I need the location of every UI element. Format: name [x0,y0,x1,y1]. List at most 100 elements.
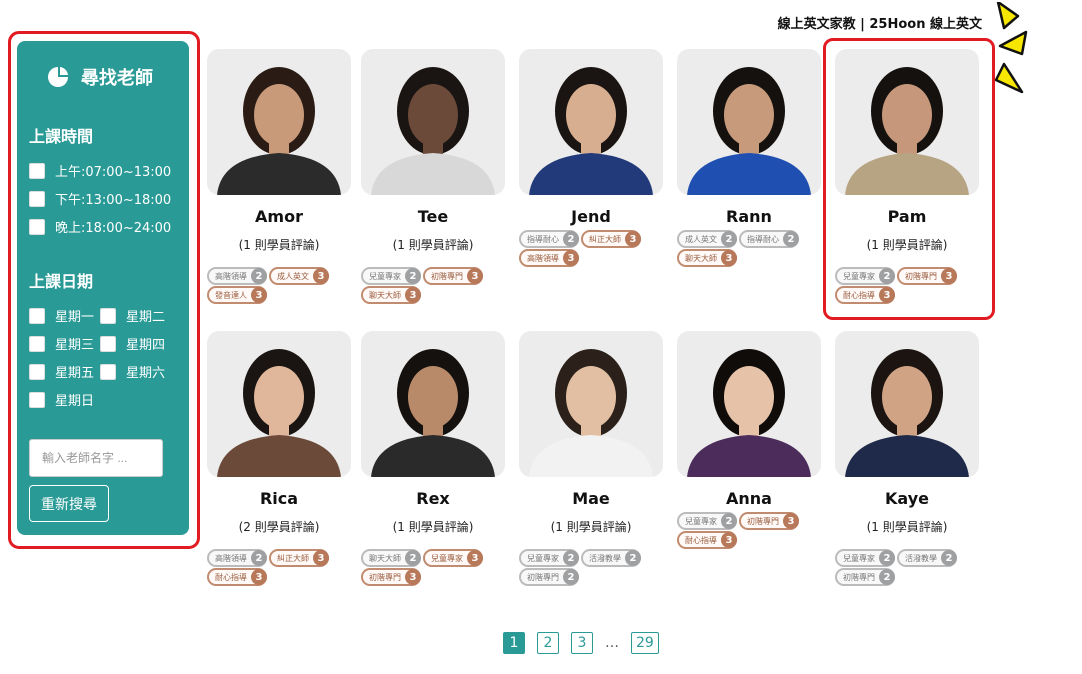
teacher-name[interactable]: Rann [677,207,821,226]
badge-label: 指導耐心 [527,234,559,244]
day-option-sat[interactable]: 星期六 [100,362,165,381]
skill-badge: 高階領導 2 [207,549,267,567]
teacher-name[interactable]: Mae [519,489,663,508]
badge-label: 糾正大師 [277,553,309,563]
skill-badge: 耐心指導 3 [207,568,267,586]
skill-badge: 初階專門 2 [835,568,895,586]
page-3-button[interactable]: 3 [571,632,593,654]
teacher-card[interactable]: Tee (1 則學員評論) 兒童專家 2 初階專門 3 聊天大師 3 [361,49,509,304]
day-option-wed[interactable]: 星期三 [29,334,94,353]
badge-list: 指導耐心 2 糾正大師 3 高階領導 3 [519,230,667,267]
badge-label: 兒童專家 [527,553,559,563]
teacher-card[interactable]: Amor (1 則學員評論) 高階領導 2 成人英文 3 發音達人 3 [207,49,355,304]
day-label: 星期二 [126,310,166,325]
teacher-name[interactable]: Amor [207,207,351,226]
badge-label: 兒童專家 [843,553,875,563]
checkbox[interactable] [29,218,45,235]
checkbox[interactable] [29,391,45,408]
badge-level-icon: 2 [879,550,895,566]
checkbox[interactable] [100,307,116,324]
badge-level-icon: 3 [405,287,421,303]
badge-label: 聊天大師 [369,553,401,563]
skill-badge: 聊天大師 3 [677,249,737,267]
skill-badge: 高階領導 2 [207,267,267,285]
reset-search-button[interactable]: 重新搜尋 [29,485,109,522]
teacher-name[interactable]: Tee [361,207,505,226]
checkbox[interactable] [29,190,45,207]
teacher-card[interactable]: Rex (1 則學員評論) 聊天大師 2 兒童專家 3 初階專門 3 [361,331,509,586]
teacher-card[interactable]: Rann 成人英文 2 指導耐心 2 聊天大師 3 [677,49,825,267]
time-option-evening[interactable]: 晚上:18:00~24:00 [29,217,171,236]
teacher-photo[interactable] [207,49,351,195]
day-label: 星期五 [55,366,95,381]
teacher-name[interactable]: Rica [207,489,351,508]
teacher-name[interactable]: Anna [677,489,821,508]
page-1-button[interactable]: 1 [503,632,525,654]
skill-badge: 聊天大師 2 [361,549,421,567]
skill-badge: 兒童專家 3 [423,549,483,567]
skill-badge: 成人英文 2 [677,230,737,248]
day-option-sun[interactable]: 星期日 [29,390,94,409]
time-option-afternoon[interactable]: 下午:13:00~18:00 [29,189,171,208]
teacher-photo[interactable] [519,49,663,195]
badge-level-icon: 3 [313,550,329,566]
sparkle-icon [994,2,1028,94]
day-option-fri[interactable]: 星期五 [29,362,94,381]
review-count: (1 則學員評論) [392,520,474,534]
teacher-photo[interactable] [677,331,821,477]
skill-badge: 糾正大師 3 [581,230,641,248]
time-option-morning[interactable]: 上午:07:00~13:00 [29,161,171,180]
badge-label: 發音達人 [215,290,247,300]
teacher-photo[interactable] [677,49,821,195]
day-label: 星期三 [55,338,95,353]
badge-level-icon: 2 [563,231,579,247]
checkbox[interactable] [29,307,45,324]
teacher-card[interactable]: Anna 兒童專家 2 初階專門 3 耐心指導 3 [677,331,825,549]
teacher-search-input[interactable]: 輸入老師名字 ... [29,439,163,477]
search-sidebar: 尋找老師 上課時間 上午:07:00~13:00 下午:13:00~18:00 … [17,41,189,535]
checkbox[interactable] [100,335,116,352]
time-option-label: 晚上:18:00~24:00 [55,221,172,236]
teacher-photo[interactable] [835,331,979,477]
teacher-photo[interactable] [207,331,351,477]
teacher-name[interactable]: Rex [361,489,505,508]
teacher-name[interactable]: Kaye [835,489,979,508]
time-heading: 上課時間 [29,127,94,146]
page-2-button[interactable]: 2 [537,632,559,654]
badge-level-icon: 3 [467,550,483,566]
badge-label: 高階領導 [527,253,559,263]
day-label: 星期一 [55,310,95,325]
badge-level-icon: 3 [563,250,579,266]
teacher-card[interactable]: Rica (2 則學員評論) 高階領導 2 糾正大師 3 耐心指導 3 [207,331,355,586]
teacher-card[interactable]: Jend 指導耐心 2 糾正大師 3 高階領導 3 [519,49,667,267]
badge-level-icon: 3 [467,268,483,284]
badge-list: 聊天大師 2 兒童專家 3 初階專門 3 [361,549,509,586]
checkbox[interactable] [29,335,45,352]
date-heading: 上課日期 [29,272,94,291]
page-29-button[interactable]: 29 [631,632,659,654]
checkbox[interactable] [29,162,45,179]
review-count: (1 則學員評論) [550,520,632,534]
badge-label: 兒童專家 [369,271,401,281]
checkbox[interactable] [100,363,116,380]
skill-badge: 初階專門 3 [739,512,799,530]
day-label: 星期四 [126,338,166,353]
day-option-mon[interactable]: 星期一 [29,306,94,325]
teacher-photo[interactable] [361,49,505,195]
teacher-photo[interactable] [519,331,663,477]
teacher-photo[interactable] [361,331,505,477]
badge-list: 高階領導 2 成人英文 3 發音達人 3 [207,267,355,304]
day-label: 星期六 [126,366,166,381]
badge-label: 初階專門 [747,516,779,526]
skill-badge: 兒童專家 2 [519,549,579,567]
teacher-name[interactable]: Jend [519,207,663,226]
teacher-card[interactable]: Kaye (1 則學員評論) 兒童專家 2 活潑教學 2 初階專門 2 [835,331,983,586]
checkbox[interactable] [29,363,45,380]
day-option-tue[interactable]: 星期二 [100,306,165,325]
badge-label: 糾正大師 [589,234,621,244]
badge-label: 初階專門 [843,572,875,582]
teacher-card[interactable]: Mae (1 則學員評論) 兒童專家 2 活潑教學 2 初階專門 2 [519,331,667,586]
time-option-label: 下午:13:00~18:00 [55,193,172,208]
skill-badge: 活潑教學 2 [581,549,641,567]
day-option-thu[interactable]: 星期四 [100,334,165,353]
